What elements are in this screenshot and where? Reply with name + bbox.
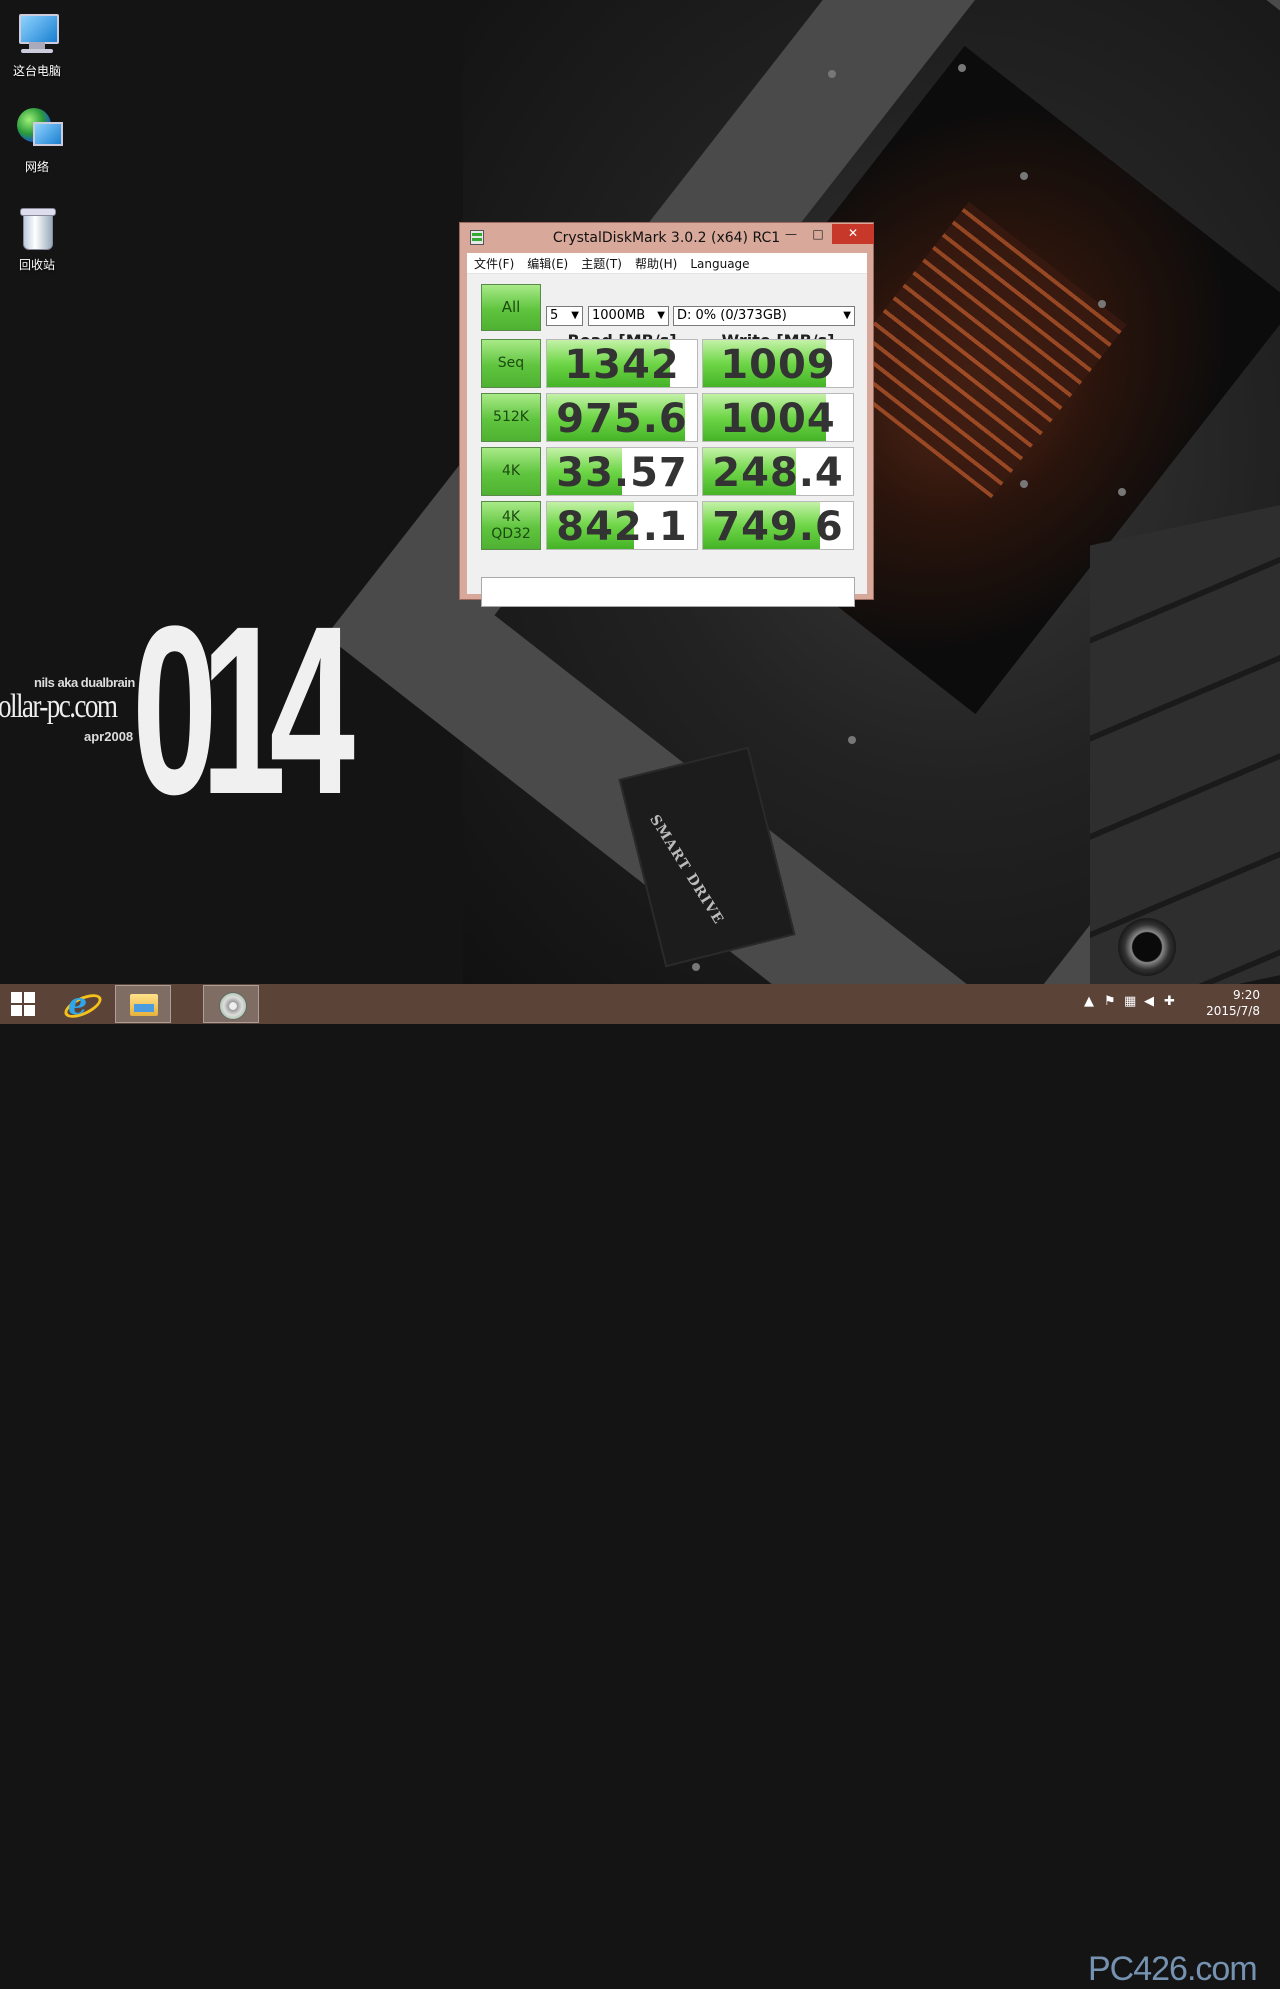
menu-file[interactable]: 文件(F) — [467, 253, 520, 272]
wallpaper-power-button — [1118, 918, 1176, 976]
chevron-down-icon: ▼ — [657, 310, 665, 321]
wallpaper-screw — [692, 963, 700, 971]
wallpaper-screw — [848, 736, 856, 744]
wallpaper-screw — [1020, 172, 1028, 180]
chevron-down-icon: ▼ — [843, 310, 851, 321]
run-all-button[interactable]: All — [481, 284, 541, 331]
wallpaper-drive-bays — [1090, 494, 1280, 984]
read-result-value: 842.1 — [556, 504, 688, 550]
wallpaper-screw — [1118, 488, 1126, 496]
write-result-cell: 749.6 — [702, 501, 854, 550]
desktop-icon-label: 回收站 — [18, 258, 55, 272]
status-bar — [481, 577, 855, 607]
taskbar-app-ie[interactable]: e — [54, 985, 110, 1023]
drive-select[interactable]: D: 0% (0/373GB) ▼ — [673, 306, 855, 326]
wallpaper-ssd-label: SMART DRIVE — [646, 812, 727, 928]
test-label: Seq — [497, 355, 525, 372]
folder-icon — [130, 994, 158, 1016]
wallpaper-date-text: apr2008 — [84, 729, 134, 744]
minimize-button[interactable]: — — [778, 225, 804, 244]
network-icon — [13, 106, 63, 154]
test-count-value: 5 — [550, 308, 559, 323]
write-result-cell: 248.4 — [702, 447, 854, 496]
window-titlebar[interactable]: CrystalDiskMark 3.0.2 (x64) RC1 — □ ✕ — [460, 223, 874, 253]
read-result-cell: 842.1 — [546, 501, 698, 550]
benchmark-panel: All 5▼ 1000MB▼ D: 0% (0/373GB)▼ Read [MB… — [467, 274, 867, 607]
clock[interactable]: 9:20 2015/7/8 — [1206, 987, 1260, 1019]
wallpaper-site-text: ollar-pc.com — [0, 688, 118, 725]
flag-icon[interactable]: ⚑ — [1104, 994, 1116, 1009]
desktop-icon-label: 网络 — [24, 160, 49, 174]
wallpaper-big-number: 014 — [132, 576, 355, 844]
watermark-logo: PC426.com — [1088, 1950, 1258, 1988]
write-result-cell: 1009 — [702, 339, 854, 388]
taskbar: e PC426.com ▲ ⚑ ▦ ◀ ✚ 9:20 2015/7/8 — [0, 984, 1280, 1988]
read-result-value: 33.57 — [556, 450, 688, 496]
clock-date: 2015/7/8 — [1206, 1004, 1260, 1018]
test-sublabel: QD32 — [491, 525, 531, 542]
maximize-button[interactable]: □ — [805, 225, 831, 244]
wallpaper-screw — [1098, 300, 1106, 308]
write-result-cell: 1004 — [702, 393, 854, 442]
menu-bar: 文件(F) 编辑(E) 主题(T) 帮助(H) Language — [467, 253, 867, 274]
windows-logo-icon — [11, 992, 22, 1003]
close-button[interactable]: ✕ — [832, 224, 874, 244]
read-result-value: 975.6 — [556, 396, 688, 442]
desktop-icon-label: 这台电脑 — [12, 64, 61, 78]
write-result-value: 248.4 — [712, 450, 844, 496]
desktop-icon-network[interactable]: 网络 — [0, 106, 74, 175]
chevron-down-icon: ▼ — [571, 310, 579, 321]
drive-value: D: 0% (0/373GB) — [677, 308, 787, 323]
write-result-value: 1009 — [720, 342, 836, 388]
show-hidden-icons-icon[interactable]: ▲ — [1084, 994, 1094, 1009]
test-count-select[interactable]: 5 ▼ — [546, 306, 583, 326]
desktop-icon-this-pc[interactable]: 这台电脑 — [0, 10, 74, 79]
write-result-value: 1004 — [720, 396, 836, 442]
run-test-button[interactable]: 512K — [481, 393, 541, 442]
run-test-button[interactable]: Seq — [481, 339, 541, 388]
ie-icon: e — [68, 987, 88, 1022]
run-test-button[interactable]: 4K — [481, 447, 541, 496]
test-label: 4K — [501, 463, 521, 480]
taskbar-app-explorer[interactable] — [115, 985, 171, 1023]
test-size-select[interactable]: 1000MB ▼ — [588, 306, 669, 326]
menu-language[interactable]: Language — [683, 255, 755, 271]
write-result-value: 749.6 — [712, 504, 844, 550]
crystaldiskmark-window: CrystalDiskMark 3.0.2 (x64) RC1 — □ ✕ 文件… — [459, 222, 874, 607]
window-client-area: 文件(F) 编辑(E) 主题(T) 帮助(H) Language All 5 ▼ 1000… — [467, 253, 867, 607]
network-tray-icon[interactable]: ▦ — [1124, 994, 1136, 1009]
test-size-value: 1000MB — [592, 308, 646, 323]
start-button[interactable] — [0, 984, 48, 1024]
test-label: 512K — [493, 409, 529, 426]
taskbar-app-crystaldiskmark[interactable] — [203, 985, 259, 1023]
wallpaper-screw — [958, 64, 966, 72]
read-result-cell: 1342 — [546, 339, 698, 388]
read-result-value: 1342 — [564, 342, 680, 388]
test-label: 4K — [501, 509, 521, 526]
clock-time: 9:20 — [1233, 988, 1260, 1002]
menu-theme[interactable]: 主题(T) — [574, 253, 628, 272]
disk-icon — [219, 992, 247, 1020]
volume-icon[interactable]: ◀ — [1144, 994, 1154, 1009]
wallpaper-screw — [1020, 480, 1028, 488]
menu-help[interactable]: 帮助(H) — [628, 253, 683, 272]
computer-icon — [13, 10, 61, 58]
wallpaper-screw — [828, 70, 836, 78]
desktop-icon-recycle-bin[interactable]: 回收站 — [0, 204, 74, 273]
input-method-icon[interactable]: ✚ — [1164, 994, 1175, 1009]
recycle-bin-icon — [13, 204, 61, 252]
run-test-button[interactable]: 4K QD32 — [481, 501, 541, 550]
read-result-cell: 33.57 — [546, 447, 698, 496]
read-result-cell: 975.6 — [546, 393, 698, 442]
system-tray: ▲ ⚑ ▦ ◀ ✚ 9:20 2015/7/8 — [1080, 984, 1280, 1024]
menu-edit[interactable]: 编辑(E) — [520, 253, 574, 272]
